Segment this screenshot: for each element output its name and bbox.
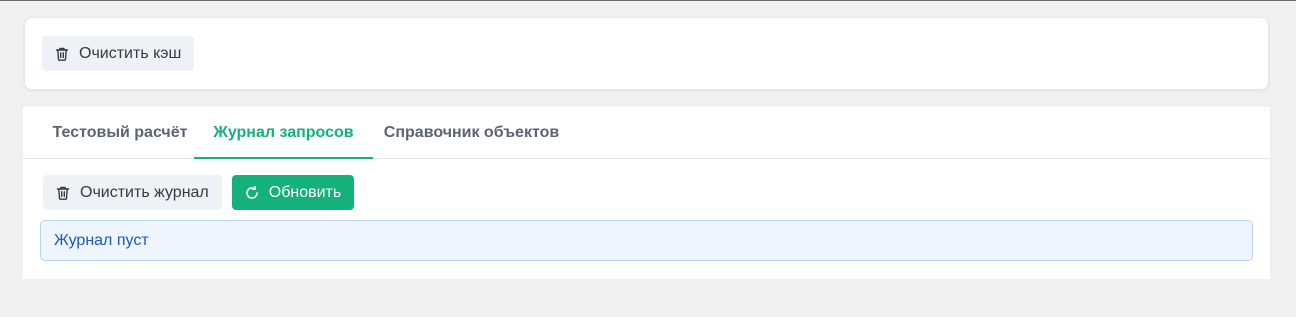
clear-journal-button[interactable]: Очистить журнал — [43, 175, 222, 210]
refresh-button[interactable]: Обновить — [231, 175, 355, 210]
journal-empty-alert: Журнал пуст — [40, 220, 1253, 261]
cache-card: Очистить кэш — [24, 17, 1269, 90]
tab-label: Тестовый расчёт — [52, 123, 188, 141]
tab-test-calculation[interactable]: Тестовый расчёт — [40, 107, 200, 158]
active-tab-indicator — [194, 157, 373, 159]
refresh-label: Обновить — [268, 183, 342, 201]
tab-bar: Тестовый расчёт Журнал запросов Справочн… — [23, 107, 1270, 159]
trash-icon — [55, 185, 71, 201]
journal-toolbar: Очистить журнал Обновить — [43, 175, 355, 210]
journal-empty-message: Журнал пуст — [54, 231, 149, 249]
tab-objects-directory[interactable]: Справочник объектов — [372, 107, 571, 158]
trash-icon — [54, 46, 70, 62]
tab-label: Журнал запросов — [213, 123, 354, 141]
tab-label: Справочник объектов — [383, 123, 560, 141]
clear-cache-button[interactable]: Очистить кэш — [42, 36, 195, 71]
window-top-border — [0, 0, 1296, 1]
clear-cache-label: Очистить кэш — [79, 44, 182, 62]
tabs-panel: Тестовый расчёт Журнал запросов Справочн… — [23, 107, 1270, 279]
refresh-icon — [244, 185, 260, 201]
clear-journal-label: Очистить журнал — [80, 183, 209, 201]
tab-request-journal[interactable]: Журнал запросов — [194, 107, 373, 159]
